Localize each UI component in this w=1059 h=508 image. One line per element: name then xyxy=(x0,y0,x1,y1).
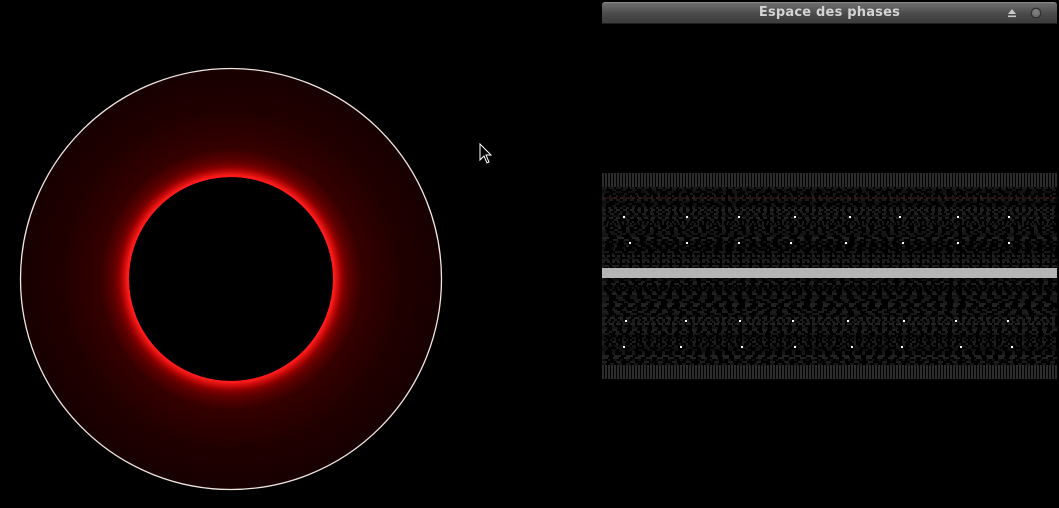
phase-dot xyxy=(849,216,851,218)
phase-dot xyxy=(623,216,625,218)
phase-dot xyxy=(955,320,957,322)
circle-close-icon[interactable] xyxy=(1030,7,1042,19)
phase-dot xyxy=(625,320,627,322)
phase-dot xyxy=(957,216,959,218)
phase-dot xyxy=(790,242,792,244)
eject-icon[interactable] xyxy=(1006,7,1018,19)
phase-dot xyxy=(792,320,794,322)
central-band xyxy=(602,268,1057,278)
phase-dot xyxy=(957,242,959,244)
ring-visualization xyxy=(19,67,443,491)
phase-dot xyxy=(686,242,688,244)
panel-titlebar[interactable]: Espace des phases xyxy=(602,2,1057,24)
phase-dot xyxy=(739,320,741,322)
phase-dot xyxy=(738,242,740,244)
phase-dot xyxy=(851,346,853,348)
phase-space-panel: Espace des phases xyxy=(602,2,1057,508)
phase-dot xyxy=(685,320,687,322)
phase-dot xyxy=(680,346,682,348)
phase-dot xyxy=(1008,242,1010,244)
phase-dot xyxy=(901,346,903,348)
phase-dot xyxy=(741,346,743,348)
phase-dot xyxy=(902,242,904,244)
phase-band xyxy=(602,173,1057,379)
phase-dot xyxy=(794,346,796,348)
phase-dot xyxy=(1008,216,1010,218)
phase-dot xyxy=(960,346,962,348)
phase-dot xyxy=(794,216,796,218)
phase-space-plot xyxy=(602,173,1057,379)
phase-dot xyxy=(899,216,901,218)
desktop-stage: Espace des phases xyxy=(0,0,1059,508)
phase-dot xyxy=(686,216,688,218)
panel-title: Espace des phases xyxy=(758,5,901,20)
phase-dot xyxy=(903,320,905,322)
inner-hole xyxy=(129,177,333,381)
phase-dot xyxy=(629,242,631,244)
phase-dot xyxy=(623,346,625,348)
arrow-cursor-icon xyxy=(479,143,493,164)
phase-dot xyxy=(1007,320,1009,322)
phase-dot xyxy=(845,242,847,244)
phase-dot xyxy=(738,216,740,218)
phase-dot xyxy=(1011,346,1013,348)
phase-dot xyxy=(847,320,849,322)
